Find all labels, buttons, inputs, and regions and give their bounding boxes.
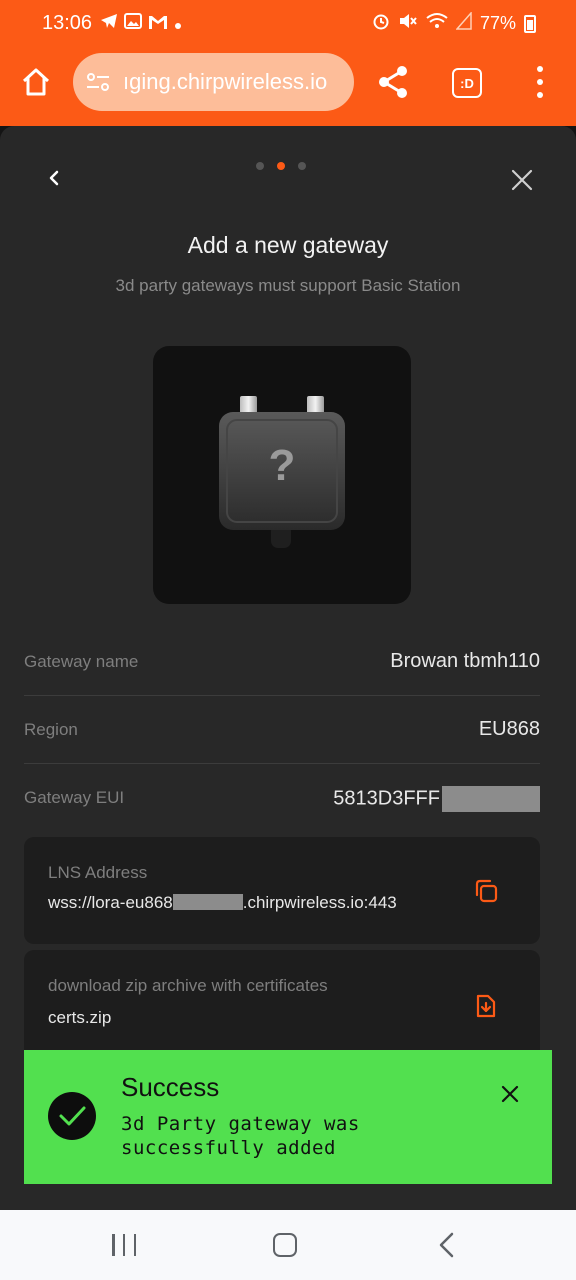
chevron-left-icon [49,170,59,186]
back-chevron-icon [439,1232,454,1258]
home-button[interactable] [16,62,56,102]
system-navigation-bar [0,1210,576,1280]
lns-address-label: LNS Address [48,863,148,882]
certificates-label: download zip archive with certificates [48,976,328,995]
gateway-image: ? [153,346,411,604]
status-time: 13:06 [42,12,93,34]
home-icon [22,68,50,96]
recents-bar-icon [112,1234,115,1256]
modal-title: Add a new gateway [187,232,389,258]
lns-address-suffix: .chirpwireless.io:443 [242,893,397,912]
menu-dot-icon [537,79,543,85]
alarm-icon [372,12,390,35]
region-label: Region [24,720,78,739]
wifi-icon [426,12,448,35]
system-back-button[interactable] [436,1232,458,1258]
menu-dot-icon [537,66,543,72]
dot-icon [174,12,182,36]
success-check-icon [48,1092,96,1140]
recents-button[interactable] [112,1234,136,1256]
address-bar[interactable]: ıging.chirpwireless.io [73,53,354,111]
unknown-device-glyph: ? [268,441,296,490]
certificates-card: download zip archive with certificates c… [24,950,540,1060]
step-dot-active [277,162,285,170]
certificates-file: certs.zip [48,1008,112,1027]
download-file-icon [476,994,496,1018]
step-dot [298,162,306,170]
site-settings-icon[interactable] [85,71,111,93]
back-button[interactable] [40,164,68,192]
recents-bar-icon [122,1234,126,1256]
redaction-block [442,786,540,812]
browser-toolbar: 13:06 77% ıging.chirpwireless.io:D [0,0,576,126]
system-home-button[interactable] [273,1233,297,1257]
lns-address-value: wss://lora-eu868 .chirpwireless.io:443 [48,893,397,913]
gateway-eui-text: 5813D3FFF [333,787,440,810]
notification-icons [100,12,182,36]
gateway-eui-label: Gateway EUI [24,788,125,807]
toast-close-button[interactable] [498,1082,522,1106]
gmail-icon [148,12,168,36]
close-modal-button[interactable] [508,166,536,194]
lns-address-card: LNS Address wss://lora-eu868 .chirpwirele… [24,837,540,944]
step-indicator [256,162,306,170]
gateway-eui-value: 5813D3FFF [333,786,540,812]
redaction-block [172,894,243,911]
tabs-button[interactable]: :D [452,68,482,98]
gateway-eui-row: Gateway EUI 5813D3FFF [24,764,540,832]
battery-percent: 77% [479,13,516,33]
success-toast: Success 3d Party gateway was successfull… [24,1050,552,1184]
gateway-name-label: Gateway name [24,652,139,671]
browser-menu-button[interactable] [530,66,550,98]
status-bar: 13:06 77% [0,0,576,50]
add-gateway-modal: Add a new gateway 3d party gateways must… [0,126,576,1210]
telegram-icon [100,12,118,36]
signal-icon [455,11,472,35]
toast-title: Success [121,1072,220,1102]
step-dot [256,162,264,170]
battery-icon [524,14,536,33]
close-icon [501,1085,519,1103]
close-icon [511,169,533,191]
recents-bar-icon [133,1234,136,1256]
menu-dot-icon [537,92,543,98]
gallery-icon [124,12,142,36]
region-row: Region EU868 [24,696,540,764]
toast-message: 3d Party gateway was successfully added [121,1113,360,1159]
url-text: ıging.chirpwireless.io [123,69,328,94]
modal-subtitle: 3d party gateways must support Basic Sta… [115,276,461,295]
share-icon [379,66,407,98]
system-icons: 77% [372,11,536,35]
gateway-name-value: Browan tbmh110 [390,650,540,672]
lns-address-prefix: wss://lora-eu868 [48,893,173,912]
copy-button[interactable] [472,877,500,905]
gateway-name-row: Gateway name Browan tbmh110 [24,628,540,696]
download-certificates-button[interactable] [472,992,500,1020]
copy-icon [475,879,498,903]
region-value: EU868 [478,718,540,740]
mute-icon [398,12,418,35]
share-button[interactable] [376,64,410,100]
